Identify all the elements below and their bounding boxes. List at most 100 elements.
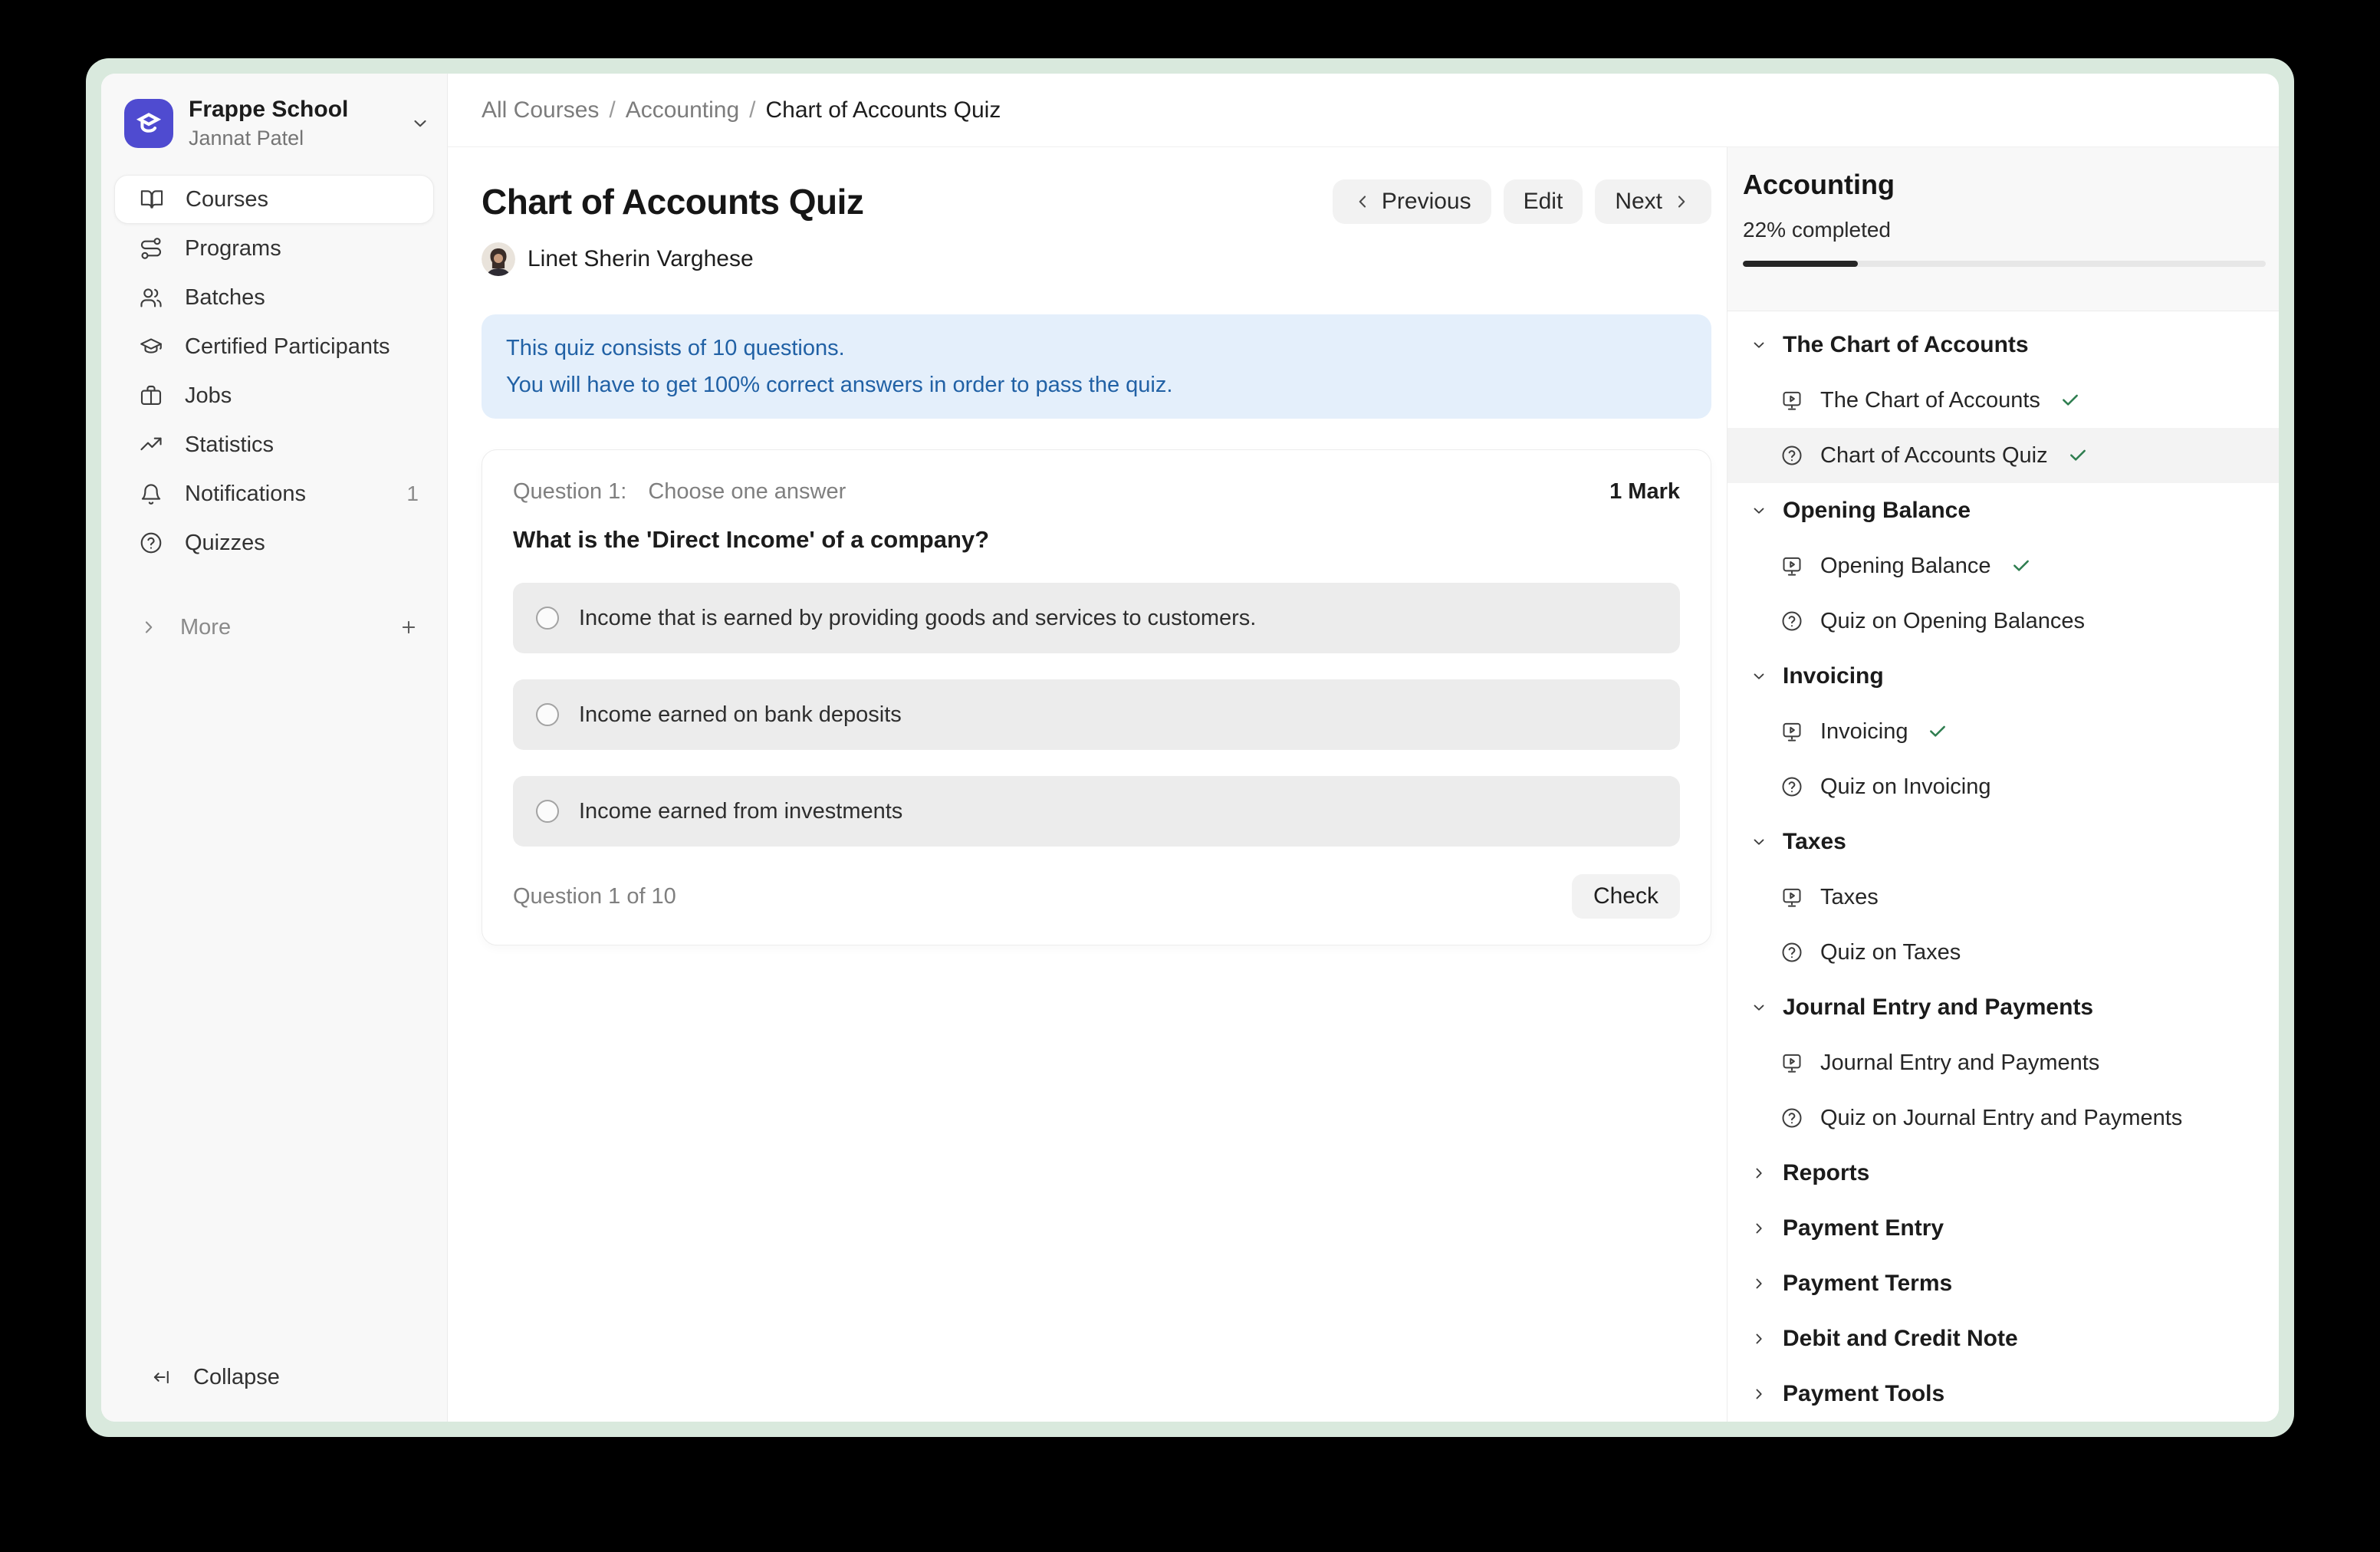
outline-section-label: Journal Entry and Payments	[1783, 995, 2093, 1021]
plus-icon[interactable]	[399, 617, 419, 637]
sidebar-item-label: Certified Participants	[185, 334, 390, 360]
outline-item-lesson[interactable]: Journal Entry and Payments	[1727, 1035, 2279, 1090]
outline-section-label: Payment Entry	[1783, 1215, 1944, 1241]
chevron-right-icon	[1750, 1330, 1767, 1347]
chevron-right-icon	[1750, 1386, 1767, 1402]
collapse-label: Collapse	[193, 1365, 280, 1390]
sidebar-more-section: More	[101, 574, 447, 652]
course-outline-list: The Chart of AccountsThe Chart of Accoun…	[1727, 311, 2279, 1422]
graduation-cap-icon	[139, 334, 163, 359]
outline-item-quiz[interactable]: Quiz on Opening Balances	[1727, 594, 2279, 649]
sidebar-item-more[interactable]: More	[114, 603, 434, 652]
question-instruction: Choose one answer	[648, 479, 846, 505]
outline-item-quiz[interactable]: Quiz on Taxes	[1727, 925, 2279, 980]
outline-item-lesson[interactable]: Invoicing	[1727, 704, 2279, 759]
radio-button[interactable]	[536, 607, 559, 630]
quiz-toolbar: Previous Edit Next	[1333, 179, 1711, 224]
outline-item-lesson[interactable]: Taxes	[1727, 870, 2279, 925]
quiz-card: Question 1: Choose one answer 1 Mark Wha…	[482, 449, 1711, 945]
question-number-label: Question 1:	[513, 479, 626, 505]
sidebar-item-certified-participants[interactable]: Certified Participants	[114, 322, 434, 371]
answer-option[interactable]: Income that is earned by providing goods…	[513, 583, 1680, 653]
sidebar-item-statistics[interactable]: Statistics	[114, 420, 434, 469]
chevron-down-icon	[1750, 834, 1767, 850]
outline-section-header[interactable]: Taxes	[1727, 814, 2279, 870]
sidebar-item-notifications[interactable]: Notifications1	[114, 469, 434, 518]
chevron-right-icon	[1750, 1165, 1767, 1182]
edit-label: Edit	[1524, 189, 1563, 215]
briefcase-icon	[139, 383, 163, 408]
answer-option-label: Income earned on bank deposits	[579, 702, 902, 728]
chevron-down-icon	[1750, 668, 1767, 685]
page-title: Chart of Accounts Quiz	[482, 181, 863, 222]
author-row: Linet Sherin Varghese	[482, 242, 1711, 276]
outline-section-label: Payment Terms	[1783, 1271, 1952, 1297]
content-row: Chart of Accounts Quiz Previous Edit Nex…	[448, 147, 2279, 1422]
question-marks: 1 Mark	[1609, 479, 1680, 505]
notice-line-1: This quiz consists of 10 questions.	[506, 330, 1687, 367]
sidebar-item-quizzes[interactable]: Quizzes	[114, 518, 434, 567]
quiz-icon	[1780, 1106, 1803, 1129]
sidebar-item-batches[interactable]: Batches	[114, 273, 434, 322]
sidebar-item-label: Batches	[185, 285, 265, 311]
chevron-right-icon	[1672, 192, 1691, 212]
next-button[interactable]: Next	[1595, 179, 1711, 224]
outline-item-quiz[interactable]: Quiz on Journal Entry and Payments	[1727, 1090, 2279, 1146]
collapse-sidebar-button[interactable]: Collapse	[127, 1353, 421, 1402]
trending-up-icon	[139, 432, 163, 457]
edit-button[interactable]: Edit	[1504, 179, 1583, 224]
sidebar-item-programs[interactable]: Programs	[114, 224, 434, 273]
outline-item-label: Quiz on Taxes	[1820, 940, 1961, 965]
check-button[interactable]: Check	[1572, 874, 1680, 919]
radio-button[interactable]	[536, 703, 559, 726]
notification-count-badge: 1	[406, 482, 419, 506]
previous-label: Previous	[1382, 189, 1471, 215]
sidebar-item-label: Courses	[186, 187, 268, 212]
workspace-switcher[interactable]: Frappe School Jannat Patel	[101, 74, 447, 169]
completed-check-icon	[2060, 390, 2080, 410]
outline-section-header[interactable]: Opening Balance	[1727, 483, 2279, 538]
radio-button[interactable]	[536, 800, 559, 823]
breadcrumb-separator: /	[749, 97, 755, 123]
breadcrumb-item-1[interactable]: All Courses	[482, 97, 599, 123]
quiz-icon	[1780, 610, 1803, 633]
course-outline-sidebar: Accounting 22% completed The Chart of Ac…	[1727, 147, 2279, 1422]
lesson-icon	[1780, 886, 1803, 909]
outline-section-header[interactable]: Payment Tools	[1727, 1366, 2279, 1422]
outline-section-header[interactable]: Journal Entry and Payments	[1727, 980, 2279, 1035]
question-meta-row: Question 1: Choose one answer 1 Mark	[513, 479, 1680, 505]
answer-option[interactable]: Income earned from investments	[513, 776, 1680, 847]
outline-item-quiz[interactable]: Chart of Accounts Quiz	[1727, 428, 2279, 483]
completed-check-icon	[2068, 446, 2088, 465]
quiz-icon	[1780, 941, 1803, 964]
outline-item-lesson[interactable]: Opening Balance	[1727, 538, 2279, 594]
outline-item-lesson[interactable]: The Chart of Accounts	[1727, 373, 2279, 428]
outline-section-header[interactable]: Debit and Credit Note	[1727, 1311, 2279, 1366]
outline-section-label: Payment Tools	[1783, 1381, 1944, 1407]
answer-option[interactable]: Income earned on bank deposits	[513, 679, 1680, 750]
course-progress-fill	[1743, 261, 1858, 267]
sidebar-collapse-section: Collapse	[114, 1353, 434, 1402]
outline-section-header[interactable]: Reports	[1727, 1146, 2279, 1201]
previous-button[interactable]: Previous	[1333, 179, 1491, 224]
collapse-left-icon	[152, 1367, 172, 1387]
sidebar-item-jobs[interactable]: Jobs	[114, 371, 434, 420]
quiz-card-footer: Question 1 of 10 Check	[513, 874, 1680, 919]
outline-section-header[interactable]: The Chart of Accounts	[1727, 317, 2279, 373]
chevron-down-icon[interactable]	[410, 113, 430, 133]
outline-item-quiz[interactable]: Quiz on Invoicing	[1727, 759, 2279, 814]
more-label: More	[180, 615, 231, 640]
answer-option-label: Income that is earned by providing goods…	[579, 606, 1256, 631]
chevron-right-icon	[1750, 1220, 1767, 1237]
breadcrumb-item-2[interactable]: Accounting	[626, 97, 739, 123]
course-outline-header: Accounting 22% completed	[1727, 147, 2279, 311]
outline-item-label: Quiz on Invoicing	[1820, 774, 1990, 800]
outline-section-header[interactable]: Payment Terms	[1727, 1256, 2279, 1311]
outline-section-label: Opening Balance	[1783, 498, 1971, 524]
author-name: Linet Sherin Varghese	[528, 246, 754, 272]
graduation-cap-logo-icon	[133, 107, 165, 140]
outline-section-header[interactable]: Invoicing	[1727, 649, 2279, 704]
current-user: Jannat Patel	[189, 127, 348, 150]
outline-section-header[interactable]: Payment Entry	[1727, 1201, 2279, 1256]
sidebar-item-courses[interactable]: Courses	[114, 175, 434, 224]
